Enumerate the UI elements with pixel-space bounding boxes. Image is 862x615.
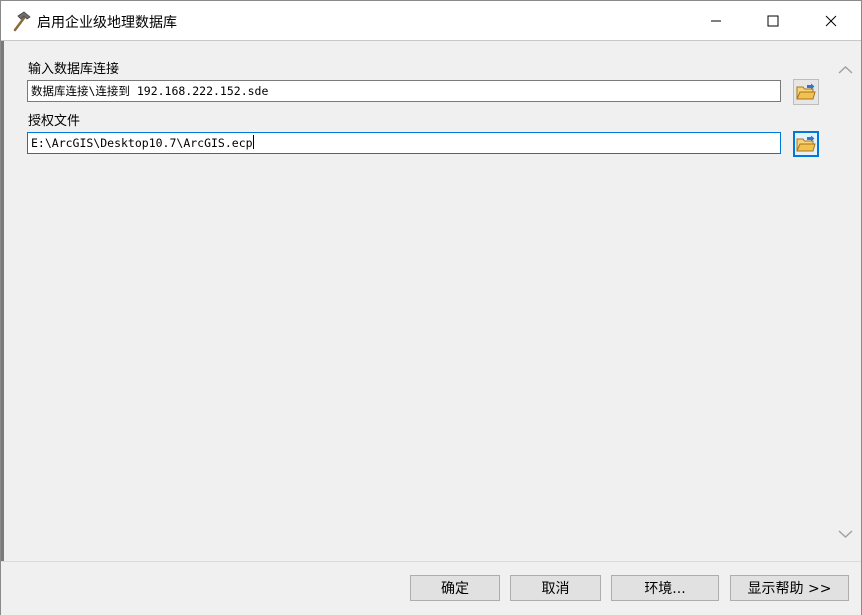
open-folder-icon [796, 83, 816, 100]
minimize-icon [711, 20, 721, 21]
vertical-scrollbar[interactable] [834, 44, 857, 560]
scroll-up-button[interactable] [838, 62, 853, 77]
chevron-down-icon [838, 529, 853, 538]
environments-button[interactable]: 环境... [611, 575, 719, 601]
license-file-input[interactable]: E:\ArcGIS\Desktop10.7\ArcGIS.ecp [27, 132, 781, 154]
database-connection-input[interactable]: 数据库连接\连接到 192.168.222.152.sde [27, 80, 781, 102]
dialog-footer: 确定 取消 环境... 显示帮助 >> [1, 561, 861, 615]
dialog-window: 启用企业级地理数据库 输入数据库连接 数据库连接\连接到 192.168.222… [0, 0, 862, 615]
maximize-button[interactable] [744, 1, 802, 40]
license-file-label: 授权文件 [28, 114, 81, 129]
title-bar: 启用企业级地理数据库 [1, 1, 861, 41]
show-help-button[interactable]: 显示帮助 >> [730, 575, 849, 601]
cancel-button[interactable]: 取消 [510, 575, 601, 601]
maximize-icon [767, 15, 779, 26]
text-caret [252, 135, 254, 149]
database-connection-browse-button[interactable] [793, 79, 819, 105]
hammer-icon [10, 10, 32, 32]
minimize-button[interactable] [687, 1, 745, 40]
close-icon [825, 15, 837, 26]
license-file-browse-button[interactable] [793, 131, 819, 157]
database-connection-label: 输入数据库连接 [28, 62, 120, 77]
close-button[interactable] [802, 1, 860, 40]
open-folder-icon [796, 135, 816, 152]
window-title: 启用企业级地理数据库 [37, 15, 177, 31]
ok-button[interactable]: 确定 [410, 575, 500, 601]
chevron-up-icon [838, 65, 853, 74]
parameters-panel: 输入数据库连接 数据库连接\连接到 192.168.222.152.sde 授权… [4, 44, 859, 560]
license-file-value: E:\ArcGIS\Desktop10.7\ArcGIS.ecp [31, 136, 253, 150]
scroll-down-button[interactable] [838, 526, 853, 541]
